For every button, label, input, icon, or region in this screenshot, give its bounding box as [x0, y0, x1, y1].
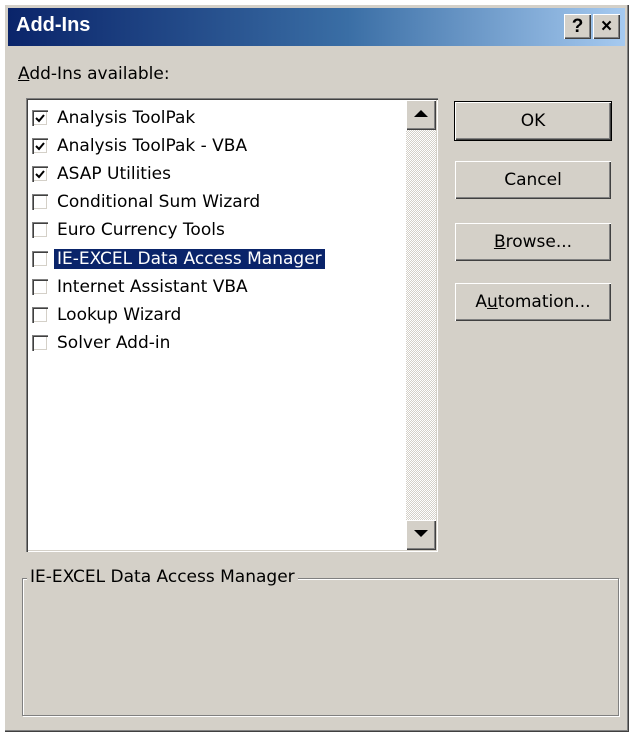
browse-rest: rowse...	[505, 232, 573, 252]
browse-button-label: Browse...	[494, 232, 572, 252]
add-ins-available-label: Add-Ins available:	[18, 64, 170, 84]
list-item-label: Analysis ToolPak	[57, 107, 196, 128]
browse-accelerator: B	[493, 232, 506, 252]
list-item-label: Conditional Sum Wizard	[57, 192, 261, 213]
title-bar[interactable]: Add-Ins ? ×	[8, 8, 625, 46]
question-icon: ?	[571, 16, 584, 37]
add-ins-listbox[interactable]: Solver Add-in Lookup Wizard Internet Assis…	[26, 98, 438, 552]
list-item[interactable]: Analysis ToolPak	[32, 104, 404, 131]
close-icon: ×	[600, 16, 613, 37]
arrow-up-icon	[414, 110, 428, 117]
list-item[interactable]: Euro Currency Tools	[32, 217, 404, 244]
arrow-down-icon	[414, 530, 428, 537]
list-item[interactable]: IE-EXCEL Data Access Manager	[32, 245, 404, 272]
ok-button[interactable]: OK	[455, 102, 611, 140]
list-item[interactable]: ASAP Utilities	[32, 160, 404, 187]
help-button[interactable]: ?	[564, 14, 591, 39]
checkbox-unchecked[interactable]	[32, 335, 48, 352]
checkbox-unchecked[interactable]	[32, 222, 48, 239]
ok-button-label: OK	[520, 111, 546, 131]
description-groupbox: IE-EXCEL Data Access Manager	[22, 567, 619, 716]
checkmark-icon	[35, 170, 45, 179]
scroll-down-button[interactable]	[406, 520, 436, 550]
list-item-label: Euro Currency Tools	[57, 220, 225, 241]
automation-rest: tomation...	[497, 292, 591, 312]
list-item[interactable]: Solver Add-in	[32, 330, 404, 357]
checkmark-icon	[35, 142, 45, 151]
list-item-label: Solver Add-in	[57, 333, 171, 354]
dialog-title: Add-Ins	[16, 14, 91, 36]
browse-button[interactable]: Browse...	[455, 223, 611, 261]
close-button[interactable]: ×	[593, 14, 620, 39]
checkbox-unchecked[interactable]	[32, 278, 48, 295]
cancel-button-label: Cancel	[504, 170, 562, 190]
description-title: IE-EXCEL Data Access Manager	[27, 567, 298, 587]
checkbox-checked[interactable]	[32, 137, 48, 154]
list-item-label: Analysis ToolPak - VBA	[57, 135, 248, 156]
automation-button[interactable]: Automation...	[455, 283, 611, 321]
checkbox-unchecked[interactable]	[32, 250, 48, 267]
list-item[interactable]: Conditional Sum Wizard	[32, 189, 404, 216]
label-accelerator: A	[18, 64, 30, 84]
add-ins-dialog: Add-Ins ? × Add-Ins available: Solver Ad…	[4, 4, 629, 732]
checkmark-icon	[35, 113, 45, 122]
scroll-up-button[interactable]	[406, 100, 436, 130]
list-item-label: ASAP Utilities	[57, 163, 172, 184]
automation-button-label: Automation...	[475, 292, 590, 312]
list-item[interactable]: Internet Assistant VBA	[32, 273, 404, 300]
checkbox-checked[interactable]	[32, 109, 48, 126]
list-item[interactable]: Analysis ToolPak - VBA	[32, 132, 404, 159]
list-item-label: IE-EXCEL Data Access Manager	[54, 248, 325, 269]
cancel-button[interactable]: Cancel	[455, 161, 611, 199]
automation-accelerator: u	[487, 292, 498, 312]
checkbox-unchecked[interactable]	[32, 194, 48, 211]
label-text: dd-Ins available:	[29, 64, 170, 84]
list-item[interactable]: Lookup Wizard	[32, 301, 404, 328]
list-item-label: Lookup Wizard	[57, 304, 182, 325]
checkbox-unchecked[interactable]	[32, 306, 48, 323]
automation-pre: A	[475, 292, 488, 312]
list-item-label: Internet Assistant VBA	[57, 276, 248, 297]
vertical-scrollbar[interactable]	[406, 100, 436, 550]
checkbox-checked[interactable]	[32, 165, 48, 182]
